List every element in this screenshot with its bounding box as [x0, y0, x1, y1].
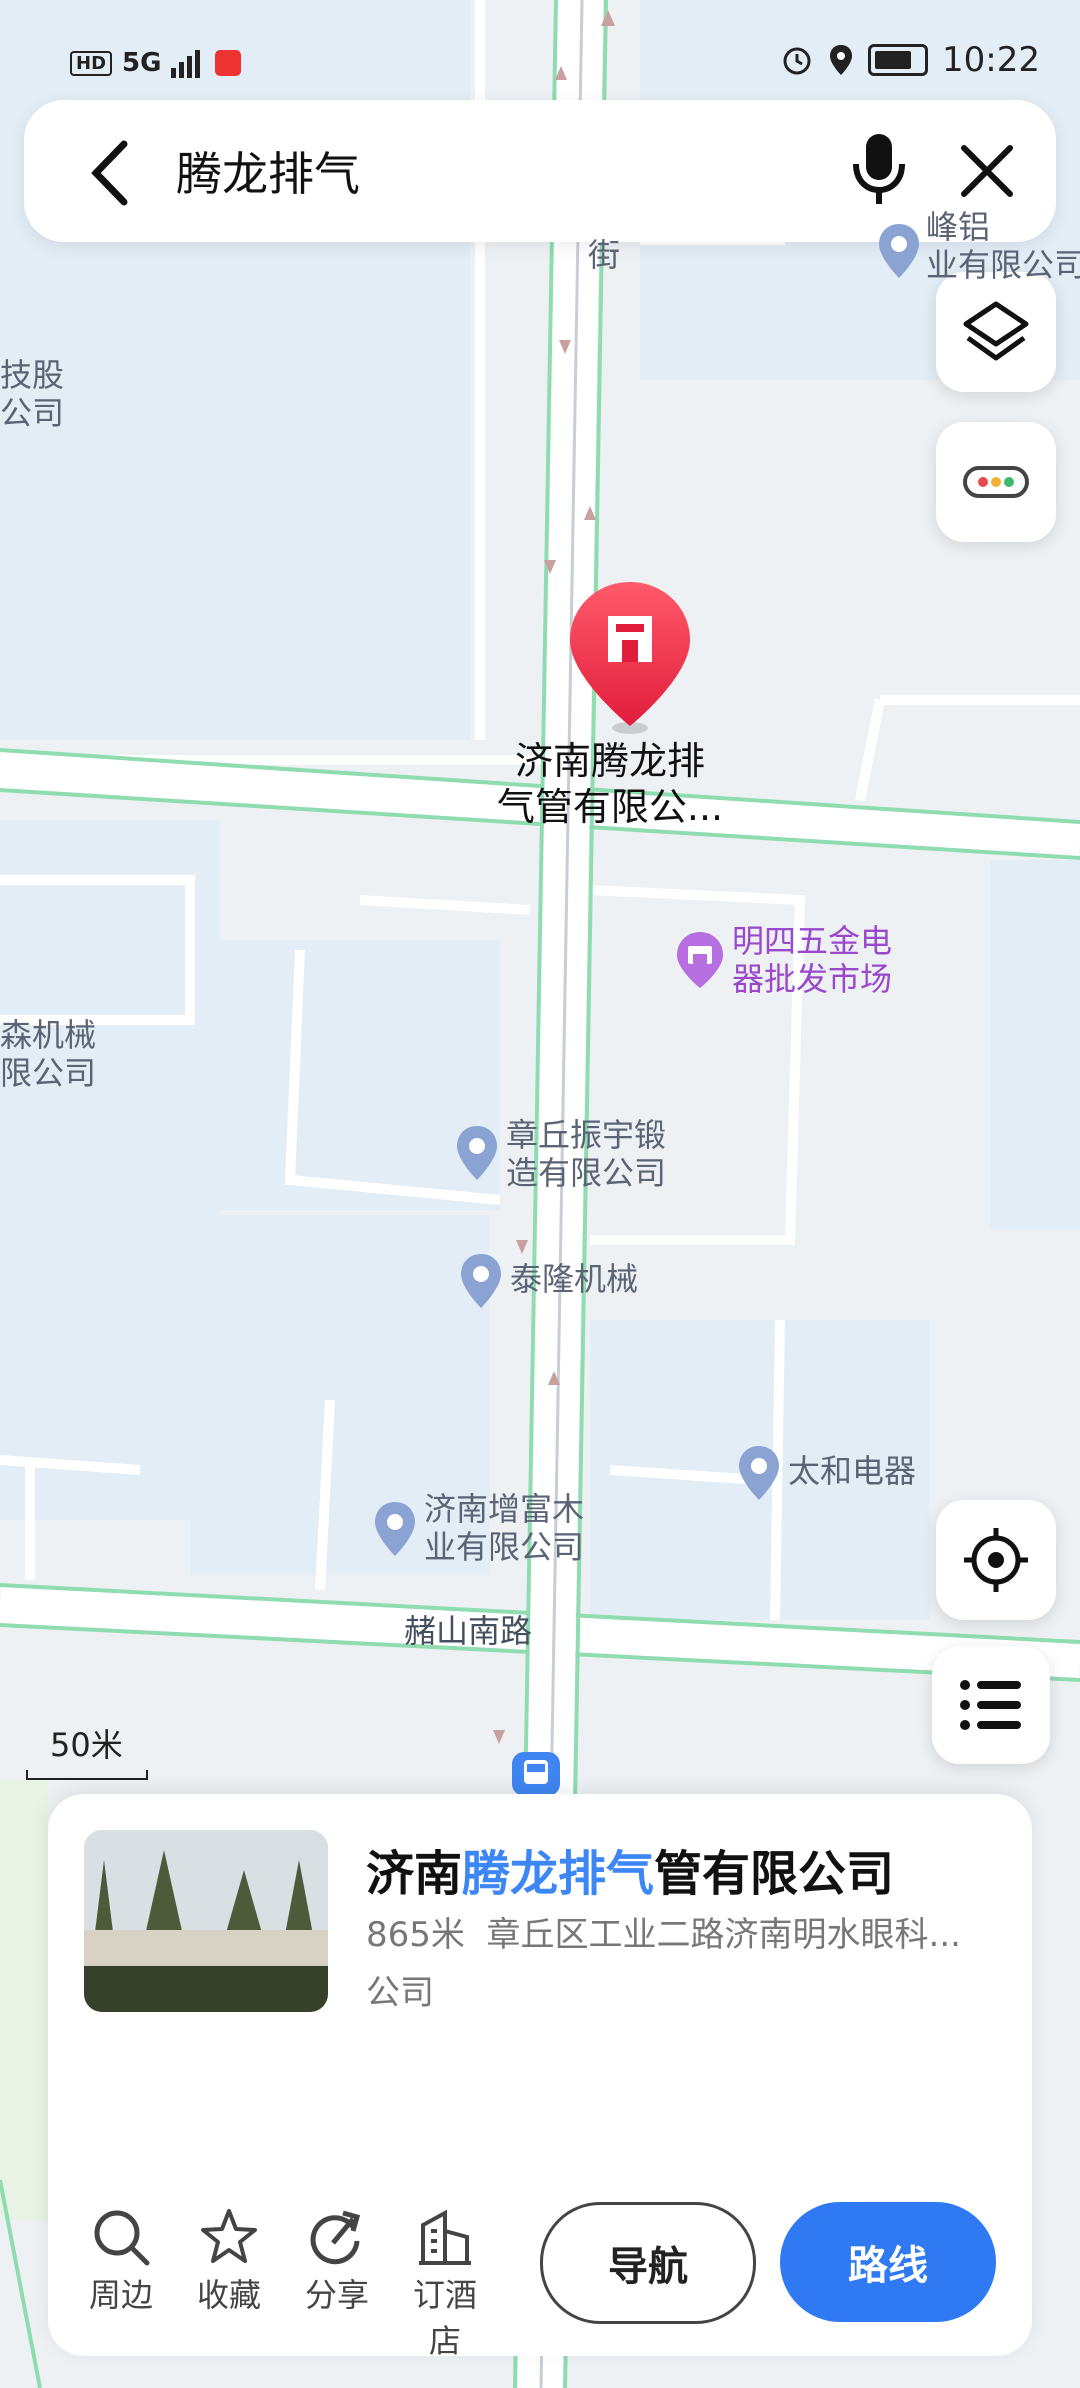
action-row: 周边 收藏 分享 订酒店 — [88, 2204, 478, 2362]
poi-pin-icon[interactable] — [458, 1252, 504, 1310]
back-arrow-icon[interactable] — [86, 138, 136, 208]
layers-icon — [963, 301, 1029, 361]
share-label: 分享 — [304, 2276, 369, 2314]
app-notification-icon — [215, 50, 242, 76]
map-scale: 50米 — [26, 1720, 148, 1780]
map-label-company-left: 森机械 限公司 — [0, 1016, 97, 1092]
location-icon — [830, 45, 853, 75]
place-category: 公司 — [366, 1973, 434, 2013]
close-icon[interactable] — [954, 138, 1020, 204]
hotel-label: 订酒店 — [412, 2276, 477, 2360]
map-label-company-top-right: 峰铝 业有限公司 — [926, 208, 1080, 284]
poi-pin-icon[interactable] — [454, 1124, 500, 1182]
route-button[interactable]: 路线 — [780, 2202, 996, 2322]
place-detail-card[interactable]: 济南腾龙排气管有限公司 865米 章丘区工业二路济南明水眼科... 公司 周边 … — [48, 1794, 1032, 2360]
hotel-button[interactable]: 订酒店 — [412, 2204, 478, 2362]
traffic-light-icon — [963, 466, 1029, 498]
title-highlight: 腾龙排气 — [462, 1846, 655, 1902]
map-label-zengfu[interactable]: 济南增富木 业有限公司 — [424, 1490, 584, 1566]
map-label-taihe[interactable]: 太和电器 — [788, 1452, 916, 1490]
road-label-zhushan: 赭山南路 — [404, 1612, 533, 1650]
title-suffix: 管有限公司 — [654, 1846, 895, 1902]
traffic-button[interactable] — [936, 422, 1056, 542]
status-left: HD 5G — [70, 48, 242, 78]
clock: 10:22 — [942, 40, 1040, 80]
place-address: 章丘区工业二路济南明水眼科... — [486, 1915, 961, 1955]
title-prefix: 济南 — [366, 1846, 463, 1902]
map-label-company-top-left: 技股 公司 — [0, 356, 65, 432]
crosshair-icon — [964, 1528, 1028, 1592]
search-query[interactable]: 腾龙排气 — [176, 138, 360, 204]
microphone-icon[interactable] — [844, 130, 914, 210]
hotel-icon — [419, 2209, 471, 2265]
status-right: 10:22 — [780, 40, 1040, 80]
navigate-button[interactable]: 导航 — [540, 2202, 756, 2324]
map-pin-icon[interactable] — [876, 222, 922, 280]
alarm-icon — [783, 47, 811, 75]
scale-label: 50米 — [50, 1726, 123, 1764]
search-icon — [94, 2210, 150, 2266]
hd-icon: HD — [70, 50, 113, 76]
list-view-button[interactable] — [932, 1646, 1050, 1764]
map-label-market[interactable]: 明四五金电 器批发市场 — [732, 922, 892, 998]
nearby-button[interactable]: 周边 — [88, 2204, 154, 2362]
list-icon — [960, 1680, 1021, 1730]
place-meta: 865米 章丘区工业二路济南明水眼科... 公司 — [366, 1906, 986, 2022]
share-button[interactable]: 分享 — [304, 2204, 370, 2362]
selected-poi-label[interactable]: 济南腾龙排 气管有限公... — [470, 738, 750, 830]
star-icon — [201, 2209, 257, 2263]
search-bar[interactable]: 腾龙排气 — [24, 100, 1056, 242]
place-distance: 865米 — [366, 1915, 465, 1955]
poi-pin-icon[interactable] — [372, 1500, 418, 1558]
nearby-label: 周边 — [88, 2276, 153, 2314]
place-photo[interactable] — [84, 1830, 328, 2012]
map-label-zhangqiu[interactable]: 章丘振宇锻 造有限公司 — [506, 1116, 666, 1192]
selected-poi-pin-icon[interactable] — [566, 578, 694, 738]
share-icon — [310, 2210, 361, 2265]
battery-icon — [868, 44, 929, 76]
signal-icon — [171, 50, 201, 78]
network-label: 5G — [122, 48, 162, 78]
my-location-button[interactable] — [936, 1500, 1056, 1620]
layers-button[interactable] — [936, 272, 1056, 392]
map-label-street: 街 — [588, 236, 621, 274]
market-pin-icon[interactable] — [674, 930, 726, 990]
scale-bar — [26, 1770, 148, 1780]
place-title[interactable]: 济南腾龙排气管有限公司 — [366, 1834, 894, 1904]
favorite-label: 收藏 — [196, 2276, 261, 2314]
map-label-tailong[interactable]: 泰隆机械 — [510, 1260, 638, 1298]
poi-pin-icon[interactable] — [736, 1444, 782, 1502]
bus-stop-icon[interactable] — [510, 1750, 562, 1798]
favorite-button[interactable]: 收藏 — [196, 2204, 262, 2362]
